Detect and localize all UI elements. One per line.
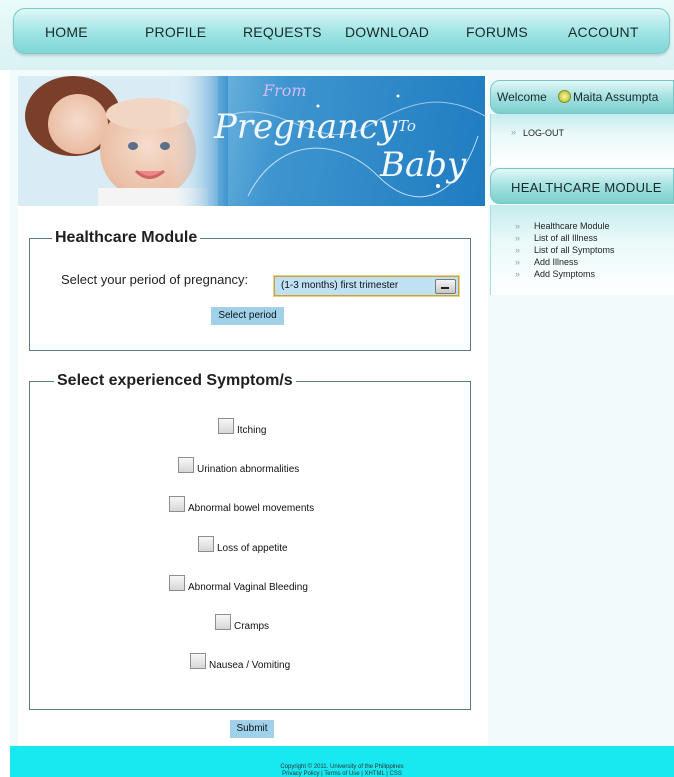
welcome-bar: Welcome Maita Assumpta [490,80,674,114]
sidebar-link-add-symptoms[interactable]: Add Symptoms [534,269,595,279]
nav-forums[interactable]: FORUMS [466,24,528,40]
chevron-down-icon[interactable] [435,279,456,294]
symptom-label: Abnormal Vaginal Bleeding [188,582,308,593]
welcome-text: Welcome [497,90,547,104]
symptom-label: Cramps [234,621,270,632]
symptom-checkbox[interactable] [190,653,206,669]
symptom-checkbox[interactable] [215,614,231,630]
banner-to: To [398,117,416,135]
bullet-icon: » [515,269,521,279]
nav-download[interactable]: DOWNLOAD [345,24,429,40]
healthcare-module-title: HEALTHCARE MODULE [511,180,662,195]
banner-pregnancy: Pregnancy [213,107,398,147]
bullet-icon: » [515,257,521,267]
banner: From Pregnancy To Baby [18,76,485,206]
symptom-label: Itching [237,425,267,436]
sidebar-link-add-illness[interactable]: Add Illness [534,257,578,267]
user-name: Maita Assumpta [573,90,659,104]
nav-account[interactable]: ACCOUNT [568,24,639,40]
period-label: Select your period of pregnancy: [61,272,249,287]
healthcare-module-header: HEALTHCARE MODULE [490,168,674,204]
submit-button[interactable]: Submit [230,720,274,738]
nav-requests[interactable]: REQUESTS [243,24,322,40]
bullet-icon: » [511,127,517,137]
symptom-label: Nausea / Vomiting [209,660,291,671]
banner-baby: Baby [379,145,467,185]
symptom-checkbox[interactable] [169,575,185,591]
banner-art: From Pregnancy To Baby [18,76,485,206]
logout-link[interactable]: LOG-OUT [523,128,564,138]
sidebar-link-healthcare-module[interactable]: Healthcare Module [534,221,610,231]
bullet-icon: » [515,233,521,243]
footer-links[interactable]: Privacy Policy | Terms of Use | XHTML | … [10,771,674,777]
period-select[interactable]: (1-3 months) first trimester [274,276,459,296]
nav-home[interactable]: HOME [45,24,88,40]
symptom-checkbox[interactable] [169,496,185,512]
symptom-label: Abnormal bowel movements [188,503,315,514]
symptom-label: Urination abnormalities [197,464,300,475]
footer-copyright: Copyright © 2011. University of the Phil… [280,764,404,770]
select-period-button[interactable]: Select period [211,307,284,325]
main-nav: HOME PROFILE REQUESTS DOWNLOAD FORUMS AC… [13,8,670,54]
healthcare-module-legend: Healthcare Module [52,229,201,247]
header: HOME PROFILE REQUESTS DOWNLOAD FORUMS AC… [0,0,674,70]
symptom-checkbox[interactable] [218,418,234,434]
module-links: » Healthcare Module » List of all Illnes… [490,205,674,295]
banner-from: From [262,81,307,100]
logout-block: » LOG-OUT [490,114,674,166]
symptom-label: Loss of appetite [217,543,288,554]
symptom-checkbox[interactable] [178,457,194,473]
period-selected-value: (1-3 months) first trimester [281,280,399,291]
mother-face [48,94,108,154]
nav-profile[interactable]: PROFILE [145,24,206,40]
symptom-checkbox[interactable] [198,536,214,552]
footer: Copyright © 2011. University of the Phil… [10,746,674,777]
bullet-icon: » [515,221,521,231]
symptoms-legend: Select experienced Symptom/s [54,372,296,390]
user-icon [558,90,571,103]
bullet-icon: » [515,245,521,255]
sidebar-link-list-symptoms[interactable]: List of all Symptoms [534,245,615,255]
sidebar-link-list-illness[interactable]: List of all Illness [534,233,598,243]
